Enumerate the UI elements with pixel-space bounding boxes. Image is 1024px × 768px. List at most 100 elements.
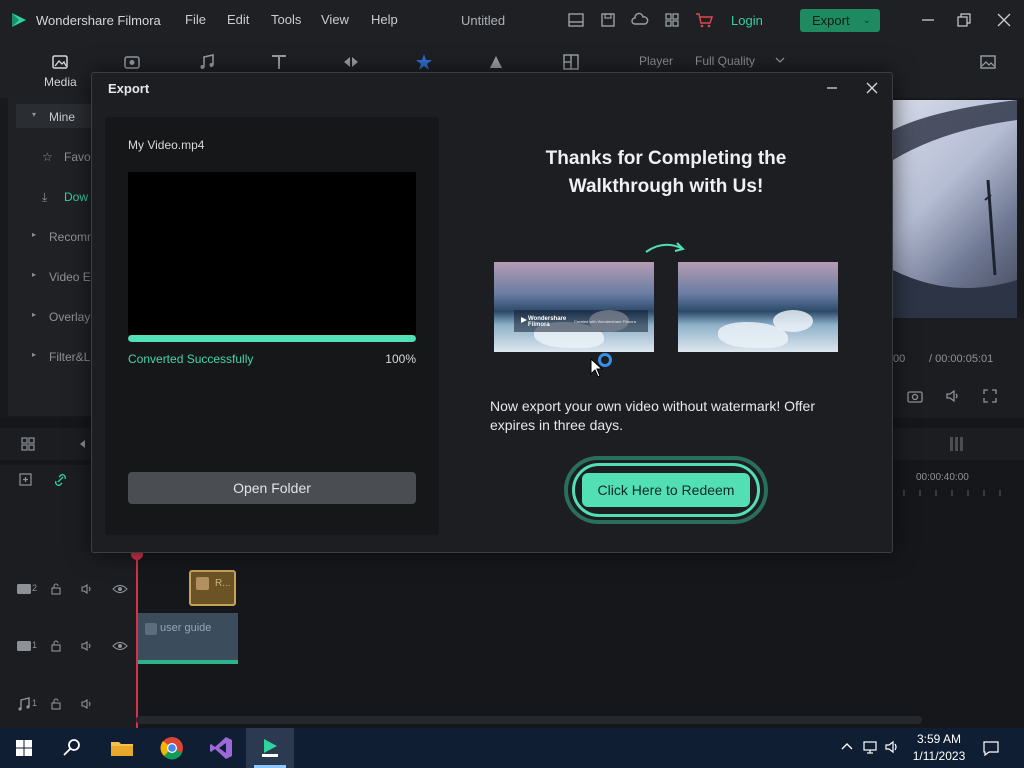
music-track-icon	[18, 697, 30, 711]
speaker-icon[interactable]	[80, 697, 94, 711]
save-icon[interactable]	[598, 10, 618, 30]
search-icon[interactable]	[58, 734, 86, 762]
player-label: Player	[639, 54, 674, 68]
lock-icon[interactable]	[49, 639, 63, 653]
library-item-mine[interactable]: Mine	[49, 110, 75, 124]
curved-arrow-icon	[645, 242, 685, 253]
preview-frame-image	[893, 100, 1017, 318]
export-video-preview	[128, 172, 416, 335]
thanks-heading-line-1: Thanks for Completing the	[545, 148, 787, 169]
snow-shape	[773, 310, 813, 332]
open-folder-button[interactable]: Open Folder	[128, 472, 416, 504]
fullscreen-icon[interactable]	[981, 387, 999, 405]
redeem-button[interactable]: Click Here to Redeem	[582, 473, 750, 507]
track-number: 2	[32, 583, 38, 593]
preview-video	[893, 100, 1017, 318]
volume-icon[interactable]	[944, 387, 962, 405]
network-icon[interactable]	[862, 738, 880, 756]
menu-file[interactable]: File	[185, 12, 206, 27]
split-screen-icon[interactable]	[561, 52, 581, 72]
lock-icon[interactable]	[49, 697, 63, 711]
media-icon[interactable]	[50, 52, 70, 72]
notifications-icon[interactable]	[982, 739, 1000, 757]
minimize-icon[interactable]	[918, 10, 938, 30]
chevron-up-icon[interactable]	[838, 738, 856, 756]
export-button[interactable]: Export ⌄	[800, 9, 880, 32]
library-item-recommended[interactable]: Recomm	[49, 230, 97, 244]
library-item-overlay[interactable]: Overlay	[49, 310, 90, 324]
zoom-bars-icon[interactable]	[946, 434, 966, 454]
menu-tools[interactable]: Tools	[271, 12, 301, 27]
ruler-timestamp: 00:00:40:00	[916, 472, 969, 483]
stock-media-icon[interactable]	[122, 52, 142, 72]
add-track-icon[interactable]	[18, 472, 36, 488]
filmora-taskbar-icon[interactable]	[256, 734, 284, 762]
app-title: Wondershare Filmora	[36, 13, 161, 28]
grid-layout-icon[interactable]	[20, 436, 36, 452]
elements-icon[interactable]	[486, 52, 506, 72]
login-link[interactable]: Login	[731, 13, 763, 28]
menu-view[interactable]: View	[321, 12, 349, 27]
title-clip-label: R...	[215, 578, 231, 589]
library-item-favorites[interactable]: Favo	[64, 150, 91, 164]
eye-icon[interactable]	[112, 639, 128, 653]
filmora-logo-icon	[521, 317, 527, 323]
playhead[interactable]	[136, 552, 138, 728]
video-clip-audio-bar	[137, 660, 238, 664]
export-status-text: Converted Successfully	[128, 352, 254, 366]
speaker-icon[interactable]	[80, 582, 94, 596]
library-panel	[8, 98, 96, 416]
title-clip[interactable]: R...	[189, 570, 236, 606]
audio-icon[interactable]	[197, 52, 217, 72]
library-item-video-effects[interactable]: Video E	[49, 270, 91, 284]
filmora-logo-icon	[12, 13, 26, 27]
lock-icon[interactable]	[49, 582, 63, 596]
link-icon[interactable]	[52, 472, 70, 488]
close-icon[interactable]	[994, 10, 1014, 30]
speaker-icon[interactable]	[80, 639, 94, 653]
chrome-icon[interactable]	[158, 734, 186, 762]
windows-start-icon[interactable]	[10, 734, 38, 762]
export-file-name: My Video.mp4	[128, 138, 205, 152]
effects-icon[interactable]	[414, 52, 434, 72]
eye-icon[interactable]	[112, 582, 128, 596]
caret-right-icon[interactable]: ▸	[32, 350, 36, 359]
caret-right-icon[interactable]: ▸	[32, 270, 36, 279]
caret-right-icon[interactable]: ▸	[32, 310, 36, 319]
caret-down-icon[interactable]: ▾	[32, 110, 36, 119]
download-icon: ⤓	[42, 190, 48, 204]
minimize-icon[interactable]	[824, 80, 840, 96]
layout-icon[interactable]	[566, 10, 586, 30]
taskbar-clock[interactable]: 3:59 AM 1/11/2023	[900, 731, 978, 765]
media-tab-label[interactable]: Media	[44, 75, 77, 89]
transitions-icon[interactable]	[341, 52, 361, 72]
watermark-caption: Created with Wondershare Filmora	[574, 319, 636, 324]
cart-icon[interactable]	[694, 10, 714, 30]
chevron-down-icon[interactable]: ⌄	[863, 9, 871, 32]
export-progress-fill	[128, 335, 416, 342]
caret-right-icon[interactable]: ▸	[32, 230, 36, 239]
cloud-icon[interactable]	[630, 10, 650, 30]
library-item-downloads[interactable]: Dow	[64, 190, 88, 204]
offer-text: Now export your own video without waterm…	[490, 398, 815, 433]
menu-help[interactable]: Help	[371, 12, 398, 27]
titles-icon[interactable]	[269, 52, 289, 72]
apps-grid-icon[interactable]	[662, 10, 682, 30]
timeline-scrollbar[interactable]	[136, 716, 922, 724]
file-explorer-icon[interactable]	[108, 734, 136, 762]
clean-thumbnail	[678, 262, 838, 352]
restore-icon[interactable]	[954, 10, 974, 30]
chevron-down-icon[interactable]	[774, 55, 786, 65]
camera-icon[interactable]	[906, 387, 924, 405]
menu-edit[interactable]: Edit	[227, 12, 249, 27]
video-clip-icon	[145, 623, 157, 635]
library-item-filters[interactable]: Filter&L	[49, 350, 90, 364]
close-icon[interactable]	[864, 80, 880, 96]
snapshot-image-icon[interactable]	[978, 52, 998, 72]
video-clip[interactable]	[137, 613, 238, 661]
visual-studio-icon[interactable]	[207, 734, 235, 762]
track-number: 1	[32, 698, 38, 708]
current-time: 00	[893, 353, 906, 365]
document-title: Untitled	[461, 13, 506, 28]
quality-dropdown[interactable]: Full Quality	[695, 54, 755, 68]
